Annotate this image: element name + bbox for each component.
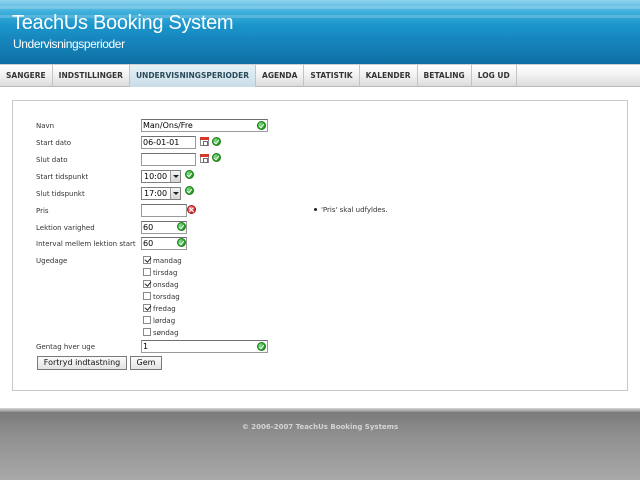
start-date-calendar-icon[interactable] (200, 137, 209, 146)
nav-item-kalender[interactable]: KALENDER (360, 65, 418, 87)
nav-item-undervisningsperioder[interactable]: UNDERVISNINGSPERIODER (129, 65, 257, 87)
checkbox-tirsdag[interactable] (143, 268, 151, 276)
start-time-ok-icon (185, 170, 194, 179)
copyright-text: © 2006-2007 TeachUs Booking Systems (241, 423, 399, 431)
page-subtitle: Undervisningsperioder (13, 37, 125, 51)
checkbox-onsdag[interactable] (143, 280, 151, 288)
footer: © 2006-2007 TeachUs Booking Systems (0, 412, 640, 480)
nav-item-statistik[interactable]: STATISTIK (304, 65, 360, 87)
chevron-down-icon[interactable] (170, 188, 180, 199)
lesson-interval-ok-icon (177, 238, 186, 247)
name-ok-icon (257, 121, 266, 130)
save-button[interactable]: Gem (130, 356, 162, 370)
repeat-weeks-label: Gentag hver uge (36, 343, 96, 351)
start-date-ok-icon (212, 137, 221, 146)
price-error-icon (187, 205, 196, 214)
price-label: Pris (36, 207, 49, 215)
start-date-input[interactable]: 06-01-01 (141, 136, 196, 149)
checkbox-label-mandag: mandag (153, 257, 182, 265)
validation-message-text: 'Pris' skal udfyldes. (321, 206, 388, 214)
repeat-weeks-ok-icon (257, 342, 266, 351)
end-date-ok-icon (212, 153, 221, 162)
end-date-input[interactable] (141, 153, 196, 166)
lesson-interval-label: Interval mellem lektion start (36, 240, 136, 248)
checkbox-label-tirsdag: tirsdag (153, 269, 178, 277)
checkbox-sondag[interactable] (143, 328, 151, 336)
weekdays-label: Ugedage (36, 257, 68, 265)
checkbox-lordag[interactable] (143, 316, 151, 324)
repeat-weeks-input[interactable]: 1 (141, 340, 268, 353)
checkbox-mandag[interactable] (143, 256, 151, 264)
start-time-value: 10:00 (144, 172, 168, 181)
nav-item-betaling[interactable]: BETALING (418, 65, 472, 87)
name-label: Navn (36, 122, 55, 130)
checkbox-label-lordag: lørdag (153, 317, 176, 325)
main-nav: SANGERE INDSTILLINGER UNDERVISNINGSPERIO… (0, 64, 640, 87)
reset-button[interactable]: Fortryd indtastning (37, 356, 127, 370)
nav-item-indstillinger[interactable]: INDSTILLINGER (53, 65, 130, 87)
end-time-label: Slut tidspunkt (36, 190, 85, 198)
nav-item-log-ud[interactable]: LOG UD (472, 65, 517, 87)
end-time-select[interactable]: 17:00 (141, 187, 181, 200)
checkbox-label-onsdag: onsdag (153, 281, 179, 289)
validation-message: 'Pris' skal udfyldes. (314, 206, 388, 214)
start-date-label: Start dato (36, 139, 72, 147)
checkbox-label-sondag: søndag (153, 329, 179, 337)
end-time-ok-icon (185, 186, 194, 195)
name-input[interactable]: Man/Ons/Fre (141, 119, 268, 132)
chevron-down-icon[interactable] (170, 171, 180, 182)
header-streak (0, 6, 640, 9)
lesson-duration-label: Lektion varighed (36, 224, 95, 232)
app-title: TeachUs Booking System (12, 12, 234, 34)
nav-item-agenda[interactable]: AGENDA (256, 65, 305, 87)
app-header: TeachUs Booking System Undervisningsperi… (0, 0, 640, 64)
end-date-label: Slut dato (36, 156, 68, 164)
start-time-select[interactable]: 10:00 (141, 170, 181, 183)
checkbox-torsdag[interactable] (143, 292, 151, 300)
checkbox-label-torsdag: torsdag (153, 293, 180, 301)
checkbox-label-fredag: fredag (153, 305, 176, 313)
end-date-calendar-icon[interactable] (200, 154, 209, 163)
end-time-value: 17:00 (144, 189, 168, 198)
nav-item-sangere[interactable]: SANGERE (0, 65, 53, 87)
price-input[interactable] (141, 204, 187, 217)
checkbox-fredag[interactable] (143, 304, 151, 312)
bullet-icon (314, 207, 317, 211)
start-time-label: Start tidspunkt (36, 173, 89, 181)
lesson-duration-ok-icon (177, 222, 186, 231)
